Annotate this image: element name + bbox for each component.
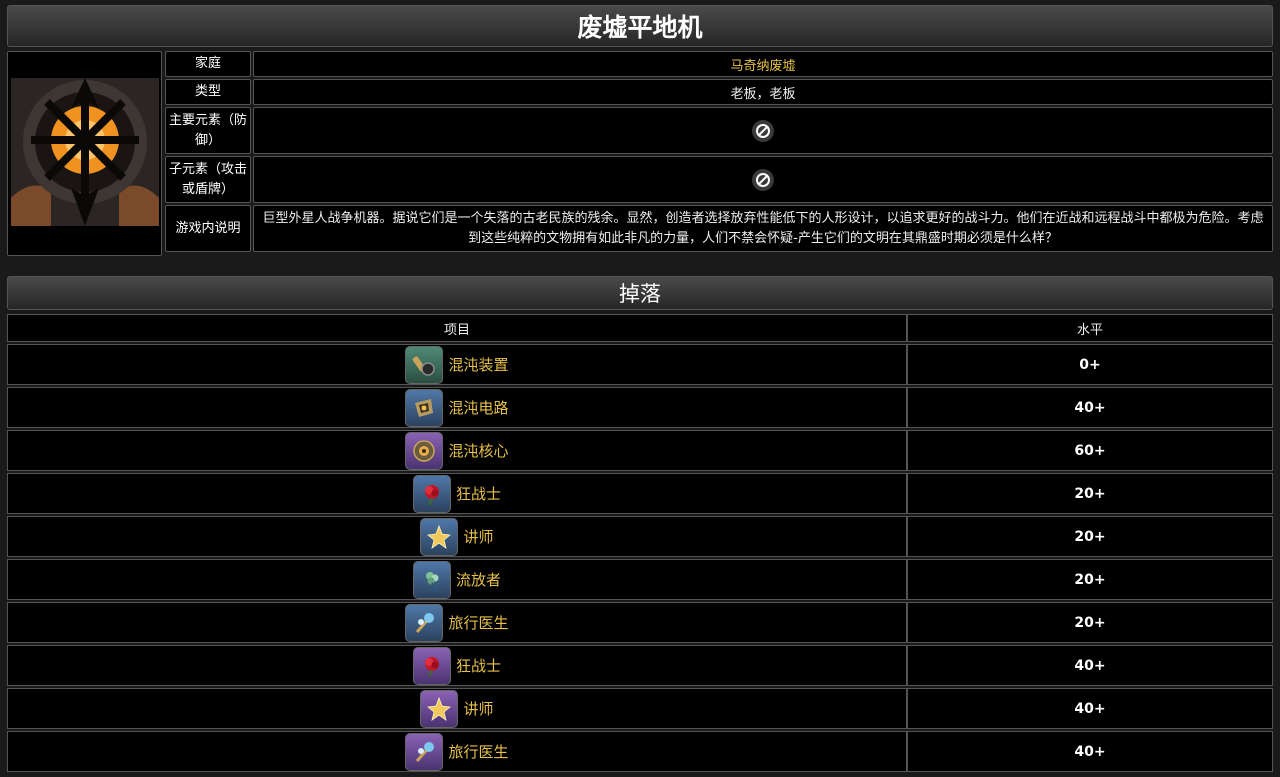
main-element-value [253,107,1273,154]
chaos-core-icon[interactable] [405,431,444,470]
drop-item-link[interactable]: 混沌电路 [405,388,509,427]
column-header-level: 水平 [907,314,1273,342]
drop-item-cell: 混沌装置 [7,344,907,385]
enemy-portrait [7,51,162,256]
drop-level-cell: 40+ [907,387,1273,428]
table-row: 混沌装置 0+ [7,344,1273,385]
drop-item-cell: 狂战士 [7,473,907,514]
drop-item-cell: 混沌电路 [7,387,907,428]
table-row: 流放者 20+ [7,559,1273,600]
page-title: 废墟平地机 [7,5,1273,47]
table-row: 旅行医生 20+ [7,602,1273,643]
drop-item-link[interactable]: 混沌装置 [405,345,509,384]
table-row: 讲师 20+ [7,516,1273,557]
drop-item-cell: 讲师 [7,516,907,557]
drop-level-cell: 0+ [907,344,1273,385]
drop-item-name[interactable]: 混沌装置 [448,354,508,375]
drops-heading: 掉落 [7,276,1273,310]
chaos-circuit-icon[interactable] [405,388,444,427]
column-header-item: 项目 [7,314,907,342]
exile-flower-icon[interactable] [412,560,451,599]
drops-table: 项目 水平 混沌装置 0+ 混沌电路 40+ 混沌核心 60+ 狂战士 20+ 讲师 20+ 流放者… [7,312,1273,774]
drop-item-name[interactable]: 混沌电路 [448,397,508,418]
drop-item-name[interactable]: 流放者 [456,569,501,590]
chaos-device-icon[interactable] [405,345,444,384]
drop-level-cell: 20+ [907,516,1273,557]
drop-level-cell: 40+ [907,645,1273,686]
drop-item-link[interactable]: 狂战士 [412,474,501,513]
drop-level-cell: 60+ [907,430,1273,471]
instructor-flower-icon[interactable] [420,689,459,728]
type-value: 老板，老板 [253,79,1273,105]
drop-level-cell: 20+ [907,473,1273,514]
type-label: 类型 [165,79,251,105]
description-value: 巨型外星人战争机器。据说它们是一个失落的古老民族的残余。显然，创造者选择放弃性能… [253,205,1273,252]
table-row: 混沌电路 40+ [7,387,1273,428]
table-row: 讲师 40+ [7,688,1273,729]
drop-item-cell: 流放者 [7,559,907,600]
ruin-grader-portrait-icon [10,78,159,226]
drop-item-cell: 混沌核心 [7,430,907,471]
berserker-flower-icon[interactable] [412,646,451,685]
drop-item-link[interactable]: 讲师 [420,517,494,556]
drop-item-name[interactable]: 混沌核心 [448,440,508,461]
drop-item-name[interactable]: 狂战士 [456,655,501,676]
drop-item-link[interactable]: 讲师 [420,689,494,728]
drop-item-name[interactable]: 讲师 [463,526,493,547]
description-label: 游戏内说明 [165,205,251,252]
drop-item-cell: 狂战士 [7,645,907,686]
none-icon [752,119,774,142]
table-row: 旅行医生 40+ [7,731,1273,772]
drop-level-cell: 40+ [907,731,1273,772]
sub-element-value [253,156,1273,203]
table-row: 混沌核心 60+ [7,430,1273,471]
none-icon [752,168,774,191]
drop-item-cell: 讲师 [7,688,907,729]
drop-item-name[interactable]: 讲师 [463,698,493,719]
drop-level-cell: 20+ [907,559,1273,600]
drop-item-cell: 旅行医生 [7,731,907,772]
enemy-info-panel: 家庭 马奇纳废墟 类型 老板，老板 主要元素（防御） 子元素（攻击或盾牌） 游戏… [7,51,1273,256]
traveling-doctor-flower-icon[interactable] [405,603,444,642]
sub-element-label: 子元素（攻击或盾牌） [165,156,251,203]
main-element-label: 主要元素（防御） [165,107,251,154]
drop-level-cell: 20+ [907,602,1273,643]
drop-item-name[interactable]: 狂战士 [456,483,501,504]
traveling-doctor-flower-icon[interactable] [405,732,444,771]
drop-item-link[interactable]: 混沌核心 [405,431,509,470]
instructor-flower-icon[interactable] [420,517,459,556]
drop-item-name[interactable]: 旅行医生 [448,612,508,633]
family-label: 家庭 [165,51,251,77]
drop-level-cell: 40+ [907,688,1273,729]
drop-item-link[interactable]: 流放者 [412,560,501,599]
drop-item-link[interactable]: 旅行医生 [405,732,509,771]
table-row: 狂战士 40+ [7,645,1273,686]
table-row: 狂战士 20+ [7,473,1273,514]
drop-item-name[interactable]: 旅行医生 [448,741,508,762]
drop-item-link[interactable]: 狂战士 [412,646,501,685]
family-value-link[interactable]: 马奇纳废墟 [253,51,1273,77]
berserker-flower-icon[interactable] [412,474,451,513]
drop-item-link[interactable]: 旅行医生 [405,603,509,642]
drop-item-cell: 旅行医生 [7,602,907,643]
